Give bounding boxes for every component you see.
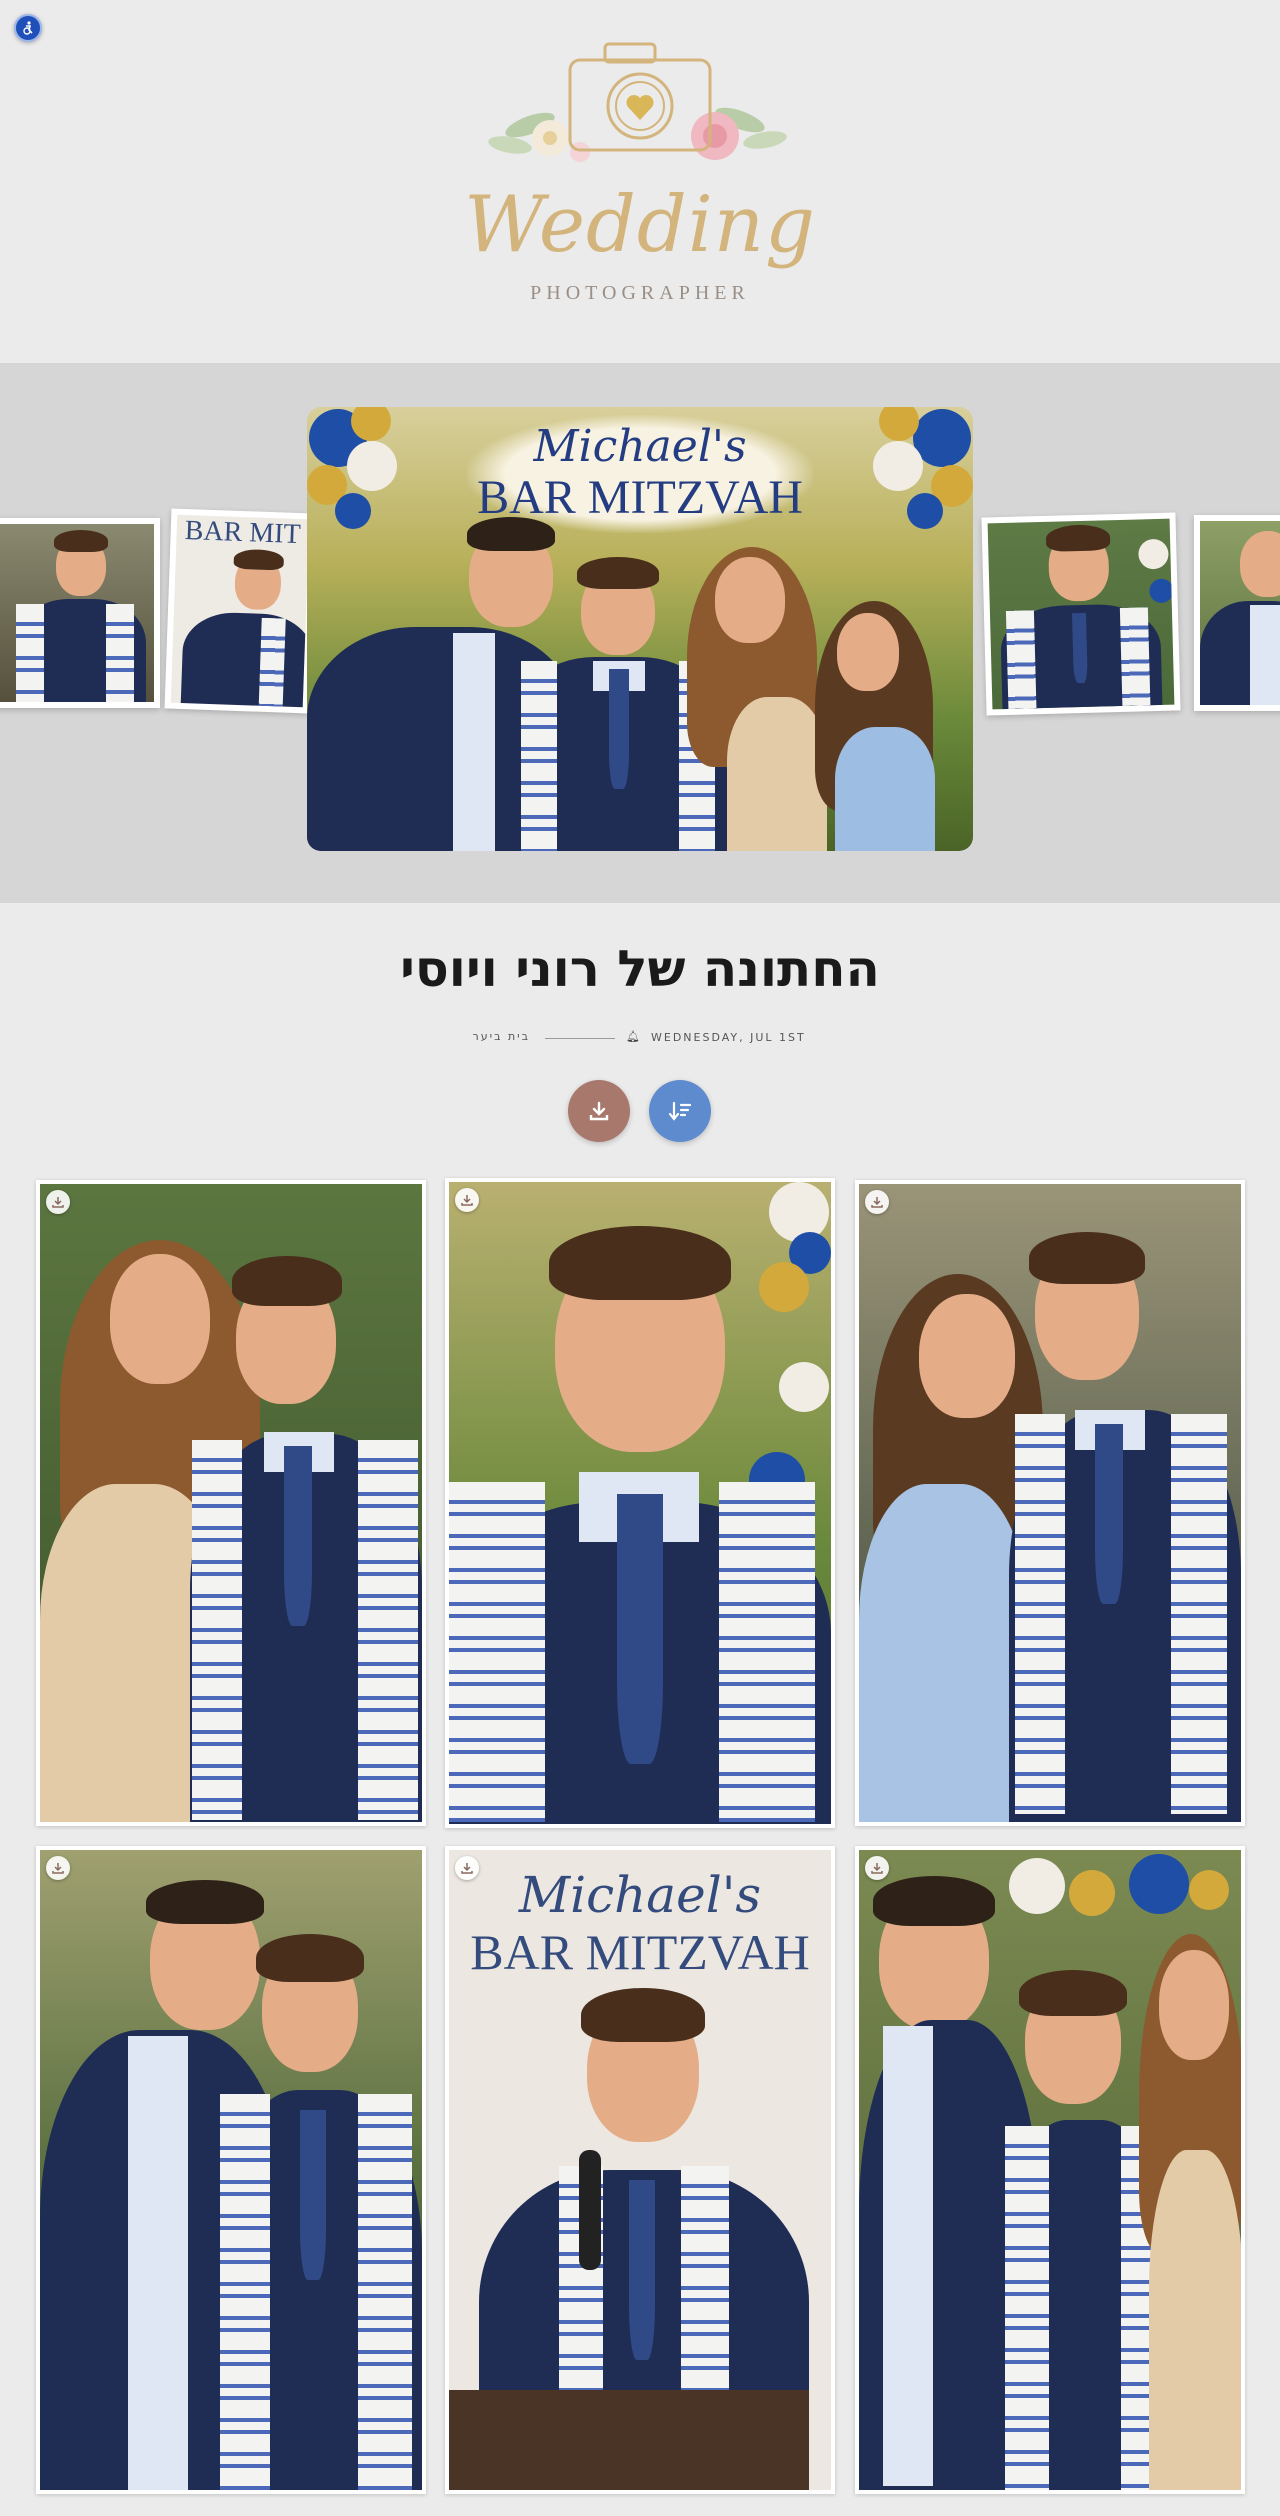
gallery-photo[interactable]: Michael's BAR MITZVAH — [445, 1846, 835, 2494]
tile-banner-line-2: BAR MITZVAH — [470, 1924, 810, 1980]
tile-banner-line-1: Michael's — [518, 1866, 762, 1924]
photo-download-button[interactable] — [46, 1856, 70, 1880]
photo-download-button[interactable] — [455, 1856, 479, 1880]
gallery-photo[interactable] — [36, 1180, 426, 1826]
download-icon — [52, 1863, 64, 1874]
download-icon — [589, 1101, 609, 1121]
bell-icon: 🔔︎ — [626, 1030, 640, 1043]
carousel-thumb[interactable] — [1194, 515, 1280, 711]
photo-download-button[interactable] — [455, 1188, 479, 1212]
event-venue: בית ביער — [472, 1030, 530, 1043]
gallery-photo[interactable] — [445, 1178, 835, 1828]
event-meta: בית ביער 🔔︎ WEDNESDAY, JUL 1ST — [0, 1030, 1280, 1046]
meta-divider — [545, 1038, 615, 1039]
event-title: החתונה של רוני ויוסי — [400, 940, 880, 998]
photo-download-button[interactable] — [46, 1190, 70, 1214]
download-icon — [871, 1863, 883, 1874]
hero-carousel[interactable]: BAR MIT Michael's BAR MITZVAH — [0, 363, 1280, 903]
gallery-photo[interactable] — [855, 1180, 1245, 1826]
download-icon — [52, 1197, 64, 1208]
accessibility-button[interactable] — [14, 14, 42, 42]
logo-subtitle: PHOTOGRAPHER — [530, 282, 750, 304]
carousel-thumb[interactable] — [0, 518, 160, 708]
tile-banner: Michael's BAR MITZVAH — [449, 1866, 831, 1980]
camera-heart-icon — [488, 42, 787, 162]
download-icon — [871, 1197, 883, 1208]
accessibility-icon — [23, 21, 33, 35]
photo-download-button[interactable] — [865, 1856, 889, 1880]
logo-wordmark: Wedding — [464, 180, 816, 270]
gallery-photo[interactable] — [36, 1846, 426, 2494]
download-all-button[interactable] — [568, 1080, 630, 1142]
event-date: WEDNESDAY, JUL 1ST — [651, 1031, 806, 1044]
site-logo[interactable]: Wedding PHOTOGRAPHER — [440, 30, 840, 330]
banner-line-1: Michael's — [533, 421, 747, 472]
banner-line-2: BAR MITZVAH — [477, 471, 803, 524]
photo-download-button[interactable] — [865, 1190, 889, 1214]
sort-button[interactable] — [649, 1080, 711, 1142]
sort-icon — [668, 1101, 692, 1121]
carousel-thumb[interactable]: BAR MIT — [164, 508, 316, 714]
carousel-thumb[interactable] — [981, 512, 1181, 716]
hero-banner: Michael's BAR MITZVAH — [467, 415, 813, 533]
hero-main-photo[interactable]: Michael's BAR MITZVAH — [307, 407, 973, 851]
download-icon — [461, 1863, 473, 1874]
download-icon — [461, 1195, 473, 1206]
thumb-banner-text: BAR MIT — [184, 515, 302, 551]
gallery-photo[interactable] — [855, 1846, 1245, 2494]
